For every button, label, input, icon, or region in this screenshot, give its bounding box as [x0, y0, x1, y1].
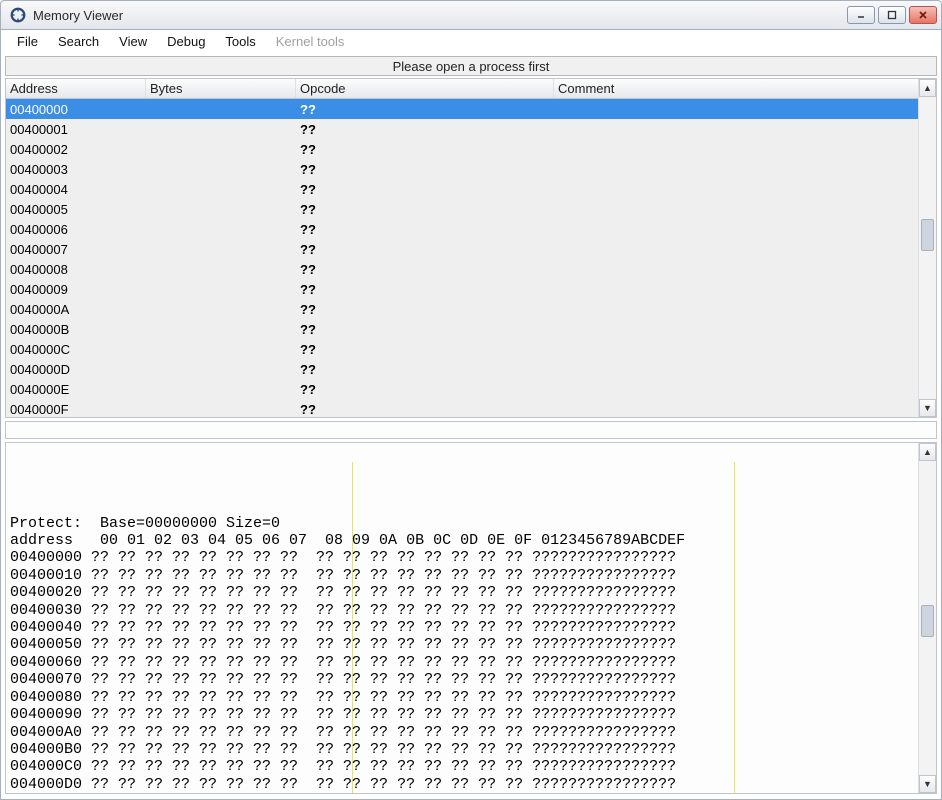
disasm-row[interactable]: 0040000E?? [6, 379, 918, 399]
cell-opcode: ?? [296, 162, 554, 177]
cell-opcode: ?? [296, 242, 554, 257]
cell-opcode: ?? [296, 122, 554, 137]
disasm-row[interactable]: 0040000A?? [6, 299, 918, 319]
cell-opcode: ?? [296, 182, 554, 197]
window-title: Memory Viewer [33, 8, 847, 23]
hex-scrollbar[interactable]: ▲ ▼ [918, 443, 936, 793]
scroll-down-icon[interactable]: ▼ [919, 399, 936, 417]
col-address[interactable]: Address [6, 79, 146, 98]
cell-address: 00400000 [6, 102, 146, 117]
disasm-row[interactable]: 0040000B?? [6, 319, 918, 339]
cell-opcode: ?? [296, 382, 554, 397]
cell-opcode: ?? [296, 342, 554, 357]
minimize-button[interactable] [847, 6, 875, 24]
cell-opcode: ?? [296, 362, 554, 377]
disasm-row[interactable]: 0040000D?? [6, 359, 918, 379]
close-button[interactable] [909, 6, 937, 24]
cell-address: 0040000B [6, 322, 146, 337]
cell-opcode: ?? [296, 262, 554, 277]
hex-content[interactable]: Protect: Base=00000000 Size=0 address 00… [6, 443, 918, 793]
cell-opcode: ?? [296, 402, 554, 417]
cell-opcode: ?? [296, 142, 554, 157]
disassembly-pane: Address Bytes Opcode Comment 00400000??0… [5, 78, 937, 418]
disasm-row[interactable]: 00400009?? [6, 279, 918, 299]
cell-address: 00400001 [6, 122, 146, 137]
disasm-row[interactable]: 00400004?? [6, 179, 918, 199]
scroll-down-icon[interactable]: ▼ [919, 775, 936, 793]
scroll-up-icon[interactable]: ▲ [919, 79, 936, 97]
menu-debug[interactable]: Debug [157, 32, 215, 51]
disasm-row[interactable]: 00400008?? [6, 259, 918, 279]
cell-address: 0040000D [6, 362, 146, 377]
cell-address: 0040000C [6, 342, 146, 357]
disasm-row[interactable]: 00400002?? [6, 139, 918, 159]
disasm-row[interactable]: 00400006?? [6, 219, 918, 239]
menu-tools[interactable]: Tools [215, 32, 265, 51]
menu-view[interactable]: View [109, 32, 157, 51]
scroll-thumb[interactable] [921, 219, 934, 251]
cell-address: 00400003 [6, 162, 146, 177]
cell-opcode: ?? [296, 222, 554, 237]
cell-opcode: ?? [296, 322, 554, 337]
cell-opcode: ?? [296, 102, 554, 117]
disasm-row[interactable]: 00400007?? [6, 239, 918, 259]
scroll-thumb[interactable] [921, 605, 934, 637]
scroll-up-icon[interactable]: ▲ [919, 443, 936, 461]
col-comment[interactable]: Comment [554, 79, 918, 98]
disasm-header: Address Bytes Opcode Comment [6, 79, 918, 99]
app-icon [9, 6, 27, 24]
splitter[interactable] [5, 421, 937, 439]
disasm-row[interactable]: 0040000F?? [6, 399, 918, 419]
menu-kernel-tools: Kernel tools [266, 32, 355, 51]
menubar: FileSearchViewDebugToolsKernel tools [0, 30, 942, 52]
disasm-row[interactable]: 00400003?? [6, 159, 918, 179]
cell-opcode: ?? [296, 202, 554, 217]
cell-address: 00400008 [6, 262, 146, 277]
cell-address: 00400002 [6, 142, 146, 157]
disasm-scrollbar[interactable]: ▲ ▼ [918, 79, 936, 417]
hex-pane: Protect: Base=00000000 Size=0 address 00… [5, 442, 937, 794]
disasm-row[interactable]: 00400001?? [6, 119, 918, 139]
window-controls [847, 6, 937, 24]
cell-address: 00400005 [6, 202, 146, 217]
col-opcode[interactable]: Opcode [296, 79, 554, 98]
col-bytes[interactable]: Bytes [146, 79, 296, 98]
cell-address: 0040000F [6, 402, 146, 417]
cell-opcode: ?? [296, 302, 554, 317]
cell-address: 00400006 [6, 222, 146, 237]
status-bar: Please open a process first [5, 56, 937, 76]
menu-search[interactable]: Search [48, 32, 109, 51]
cell-address: 00400007 [6, 242, 146, 257]
cell-opcode: ?? [296, 282, 554, 297]
titlebar: Memory Viewer [0, 0, 942, 30]
cell-address: 00400009 [6, 282, 146, 297]
disasm-body[interactable]: 00400000??00400001??00400002??00400003??… [6, 99, 918, 419]
menu-file[interactable]: File [7, 32, 48, 51]
disasm-row[interactable]: 00400005?? [6, 199, 918, 219]
disasm-row[interactable]: 00400000?? [6, 99, 918, 119]
maximize-button[interactable] [878, 6, 906, 24]
status-message: Please open a process first [393, 59, 550, 74]
cell-address: 0040000A [6, 302, 146, 317]
disasm-row[interactable]: 0040000C?? [6, 339, 918, 359]
cell-address: 0040000E [6, 382, 146, 397]
cell-address: 00400004 [6, 182, 146, 197]
